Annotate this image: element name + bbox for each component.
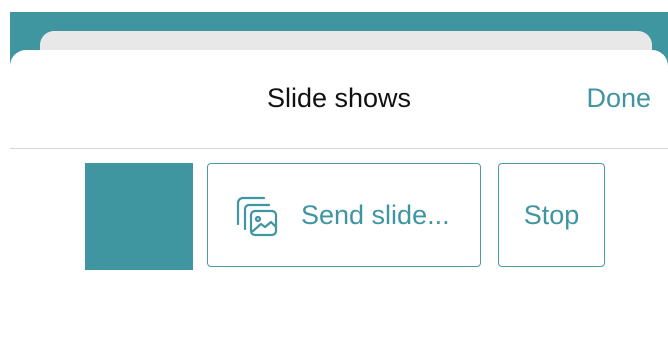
done-button[interactable]: Done bbox=[586, 83, 651, 114]
sheet-header: Slide shows Done bbox=[10, 50, 668, 149]
stop-button[interactable]: Stop bbox=[498, 163, 605, 267]
slides-image-icon bbox=[235, 195, 281, 241]
sheet-title: Slide shows bbox=[266, 83, 412, 113]
slide-preview bbox=[85, 163, 193, 270]
stop-label: Stop bbox=[523, 200, 580, 230]
slide-shows-sheet: Slide shows Done Send slide... Stop bbox=[10, 50, 668, 340]
send-slide-label: Send slide... bbox=[301, 200, 450, 230]
send-slide-button[interactable]: Send slide... bbox=[207, 163, 481, 267]
